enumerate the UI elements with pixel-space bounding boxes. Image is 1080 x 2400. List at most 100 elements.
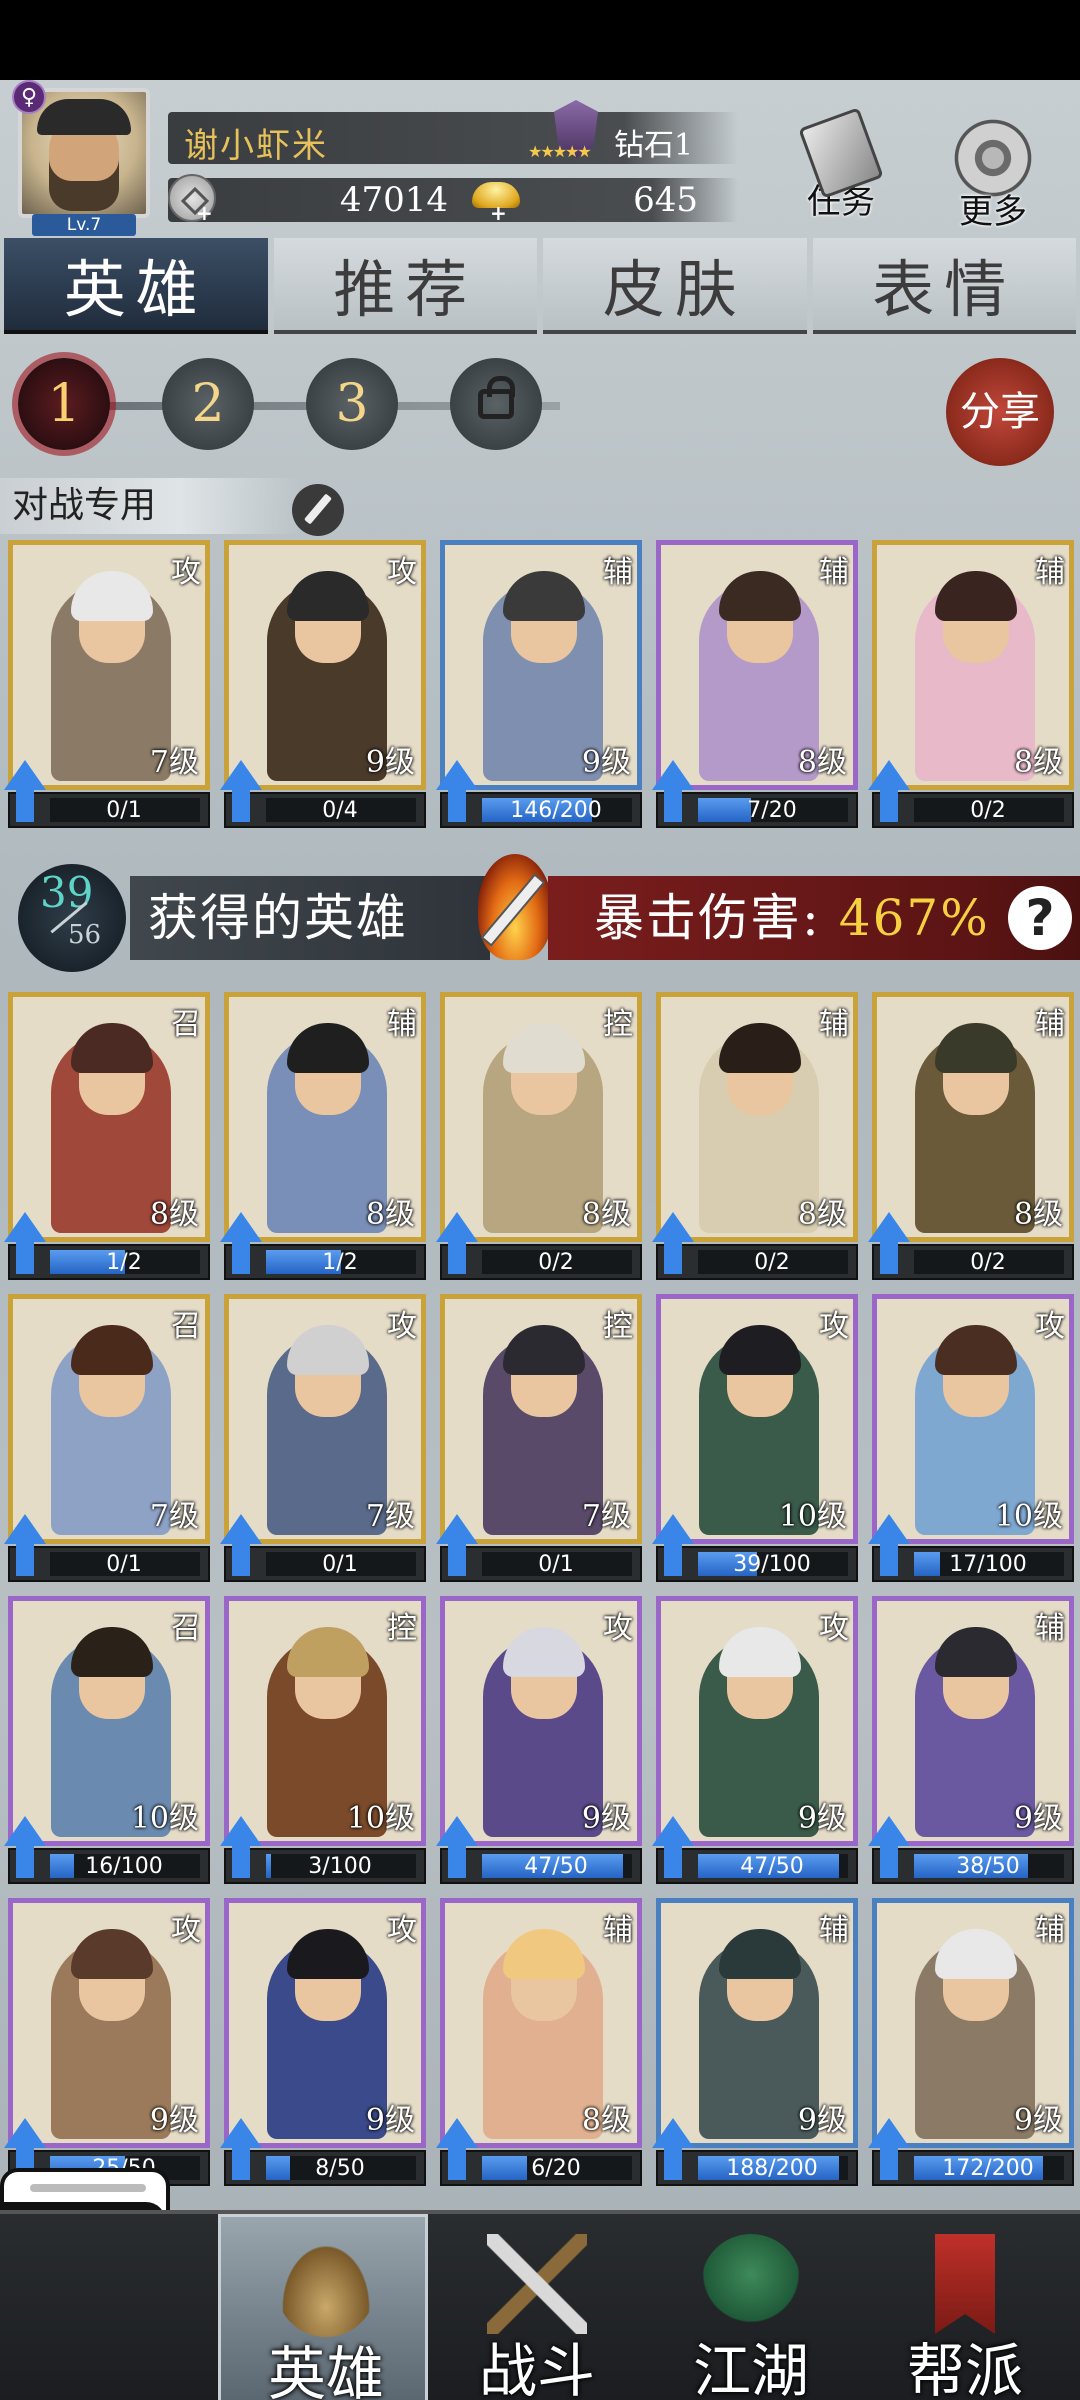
hero-portrait[interactable]: 召 10级 bbox=[8, 1596, 210, 1846]
upgrade-arrow-icon[interactable] bbox=[652, 2118, 694, 2184]
add-gold-icon[interactable]: + bbox=[490, 203, 508, 223]
banner-icon bbox=[935, 2234, 995, 2334]
hero-card[interactable]: 辅 8级 0/2 bbox=[868, 540, 1074, 830]
nav-guild[interactable]: 帮派 bbox=[860, 2214, 1070, 2400]
hero-card[interactable]: 召 8级 1/2 bbox=[4, 992, 210, 1282]
upgrade-arrow-icon[interactable] bbox=[220, 760, 262, 826]
hero-card[interactable]: 攻 9级 47/50 bbox=[436, 1596, 642, 1886]
hero-portrait[interactable]: 辅 8级 bbox=[656, 540, 858, 790]
hero-card[interactable]: 攻9级25/50 bbox=[4, 1898, 210, 2188]
hero-card[interactable]: 攻 7级 0/1 bbox=[4, 540, 210, 830]
crit-value: 467% bbox=[838, 889, 990, 947]
upgrade-arrow-icon[interactable] bbox=[220, 1514, 262, 1580]
hero-card[interactable]: 攻 9级 47/50 bbox=[652, 1596, 858, 1886]
hero-portrait[interactable]: 辅 8级 bbox=[224, 992, 426, 1242]
hero-portrait[interactable]: 控 7级 bbox=[440, 1294, 642, 1544]
hero-card[interactable]: 辅 8级 1/2 bbox=[220, 992, 426, 1282]
add-silver-icon[interactable]: + bbox=[196, 203, 214, 223]
upgrade-arrow-icon[interactable] bbox=[868, 760, 910, 826]
hero-card[interactable]: 攻 10级 17/100 bbox=[868, 1294, 1074, 1584]
nav-heroes[interactable]: 英雄 bbox=[218, 2214, 428, 2400]
tab-skins[interactable]: 皮肤 bbox=[543, 238, 807, 334]
hero-portrait[interactable]: 辅 8级 bbox=[440, 1898, 642, 2148]
hero-portrait[interactable]: 辅 9级 bbox=[872, 1898, 1074, 2148]
hero-card[interactable]: 控 8级 0/2 bbox=[436, 992, 642, 1282]
upgrade-arrow-icon[interactable] bbox=[868, 1816, 910, 1882]
page-3-button[interactable]: 3 bbox=[306, 358, 398, 450]
gold-amount: 645 bbox=[633, 180, 698, 220]
hero-card[interactable]: 辅 8级 0/2 bbox=[652, 992, 858, 1282]
hero-card[interactable]: 辅 8级 7/20 bbox=[652, 540, 858, 830]
more-button[interactable]: 更多 bbox=[938, 116, 1048, 236]
edit-brush-icon[interactable] bbox=[292, 484, 344, 536]
upgrade-arrow-icon[interactable] bbox=[436, 760, 478, 826]
hero-card[interactable]: 召 7级 0/1 bbox=[4, 1294, 210, 1584]
hero-card[interactable]: 控 10级 3/100 bbox=[220, 1596, 426, 1886]
tab-recommend[interactable]: 推荐 bbox=[273, 238, 537, 334]
hero-card[interactable]: 辅 9级 188/200 bbox=[652, 1898, 858, 2188]
hero-portrait[interactable]: 召 8级 bbox=[8, 992, 210, 1242]
hero-card[interactable]: 攻 10级 39/100 bbox=[652, 1294, 858, 1584]
upgrade-arrow-icon[interactable] bbox=[652, 1816, 694, 1882]
upgrade-arrow-icon[interactable] bbox=[4, 760, 46, 826]
hero-card[interactable]: 攻 9级 8/50 bbox=[220, 1898, 426, 2188]
hero-portrait[interactable]: 攻 9级 bbox=[440, 1596, 642, 1846]
hero-portrait[interactable]: 辅 9级 bbox=[656, 1898, 858, 2148]
hero-card[interactable]: 辅 8级 0/2 bbox=[868, 992, 1074, 1282]
hero-card[interactable]: 辅 8级 6/20 bbox=[436, 1898, 642, 2188]
upgrade-arrow-icon[interactable] bbox=[436, 2118, 478, 2184]
help-icon[interactable]: ? bbox=[1008, 886, 1072, 950]
hero-portrait[interactable]: 攻 7级 bbox=[224, 1294, 426, 1544]
hero-portrait[interactable]: 控 8级 bbox=[440, 992, 642, 1242]
hero-portrait[interactable]: 辅 9级 bbox=[872, 1596, 1074, 1846]
tab-heroes[interactable]: 英雄 bbox=[4, 238, 268, 334]
hero-portrait[interactable]: 攻 9级 bbox=[656, 1596, 858, 1846]
upgrade-arrow-icon[interactable] bbox=[4, 1816, 46, 1882]
page-1-button[interactable]: 1 bbox=[18, 358, 110, 450]
upgrade-arrow-icon[interactable] bbox=[652, 760, 694, 826]
tab-emotes[interactable]: 表情 bbox=[812, 238, 1076, 334]
upgrade-arrow-icon[interactable] bbox=[436, 1816, 478, 1882]
share-button[interactable]: 分享 bbox=[946, 358, 1054, 466]
nav-battle[interactable]: 战斗 bbox=[432, 2214, 642, 2400]
hero-portrait[interactable]: 辅 8级 bbox=[872, 540, 1074, 790]
page-2-button[interactable]: 2 bbox=[162, 358, 254, 450]
hero-card[interactable]: 攻 9级 0/4 bbox=[220, 540, 426, 830]
hero-portrait[interactable]: 攻 9级 bbox=[224, 540, 426, 790]
hero-portrait[interactable]: 辅 8级 bbox=[872, 992, 1074, 1242]
hero-portrait[interactable]: 攻 9级 bbox=[224, 1898, 426, 2148]
upgrade-arrow-icon[interactable] bbox=[436, 1212, 478, 1278]
hero-portrait[interactable]: 攻 10级 bbox=[656, 1294, 858, 1544]
hero-portrait[interactable]: 控 10级 bbox=[224, 1596, 426, 1846]
task-button[interactable]: 任务 bbox=[786, 107, 896, 236]
hero-card[interactable]: 辅 9级 146/200 bbox=[436, 540, 642, 830]
hero-portrait[interactable]: 召 7级 bbox=[8, 1294, 210, 1544]
hero-portrait[interactable]: 攻 10级 bbox=[872, 1294, 1074, 1544]
hero-portrait[interactable]: 攻 7级 bbox=[8, 540, 210, 790]
hero-card[interactable]: 辅 9级 38/50 bbox=[868, 1596, 1074, 1886]
upgrade-arrow-icon[interactable] bbox=[220, 1816, 262, 1882]
hero-card[interactable]: 辅 9级 172/200 bbox=[868, 1898, 1074, 2188]
upgrade-arrow-icon[interactable] bbox=[436, 1514, 478, 1580]
hero-role: 召 bbox=[171, 1007, 201, 1042]
nav-jianghu[interactable]: 江湖 bbox=[646, 2214, 856, 2400]
upgrade-arrow-icon[interactable] bbox=[220, 1212, 262, 1278]
upgrade-arrow-icon[interactable] bbox=[868, 1514, 910, 1580]
upgrade-arrow-icon[interactable] bbox=[868, 1212, 910, 1278]
rank-badge-icon[interactable]: ★★★★★ bbox=[528, 100, 604, 166]
hero-portrait[interactable]: 辅 8级 bbox=[656, 992, 858, 1242]
upgrade-arrow-icon[interactable] bbox=[868, 2118, 910, 2184]
hero-card[interactable]: 控 7级 0/1 bbox=[436, 1294, 642, 1584]
hero-portrait[interactable]: 辅 9级 bbox=[440, 540, 642, 790]
player-avatar[interactable]: ♀ Lv.7 bbox=[12, 80, 150, 236]
hero-portrait[interactable]: 攻 9级 bbox=[8, 1898, 210, 2148]
hero-card[interactable]: 召 10级 16/100 bbox=[4, 1596, 210, 1886]
upgrade-arrow-icon[interactable] bbox=[220, 2118, 262, 2184]
upgrade-arrow-icon[interactable] bbox=[4, 1514, 46, 1580]
upgrade-arrow-icon[interactable] bbox=[652, 1212, 694, 1278]
drag-handle[interactable] bbox=[30, 2184, 146, 2192]
hero-card[interactable]: 攻 7级 0/1 bbox=[220, 1294, 426, 1584]
upgrade-arrow-icon[interactable] bbox=[652, 1514, 694, 1580]
page-locked-button[interactable] bbox=[450, 358, 542, 450]
upgrade-arrow-icon[interactable] bbox=[4, 1212, 46, 1278]
